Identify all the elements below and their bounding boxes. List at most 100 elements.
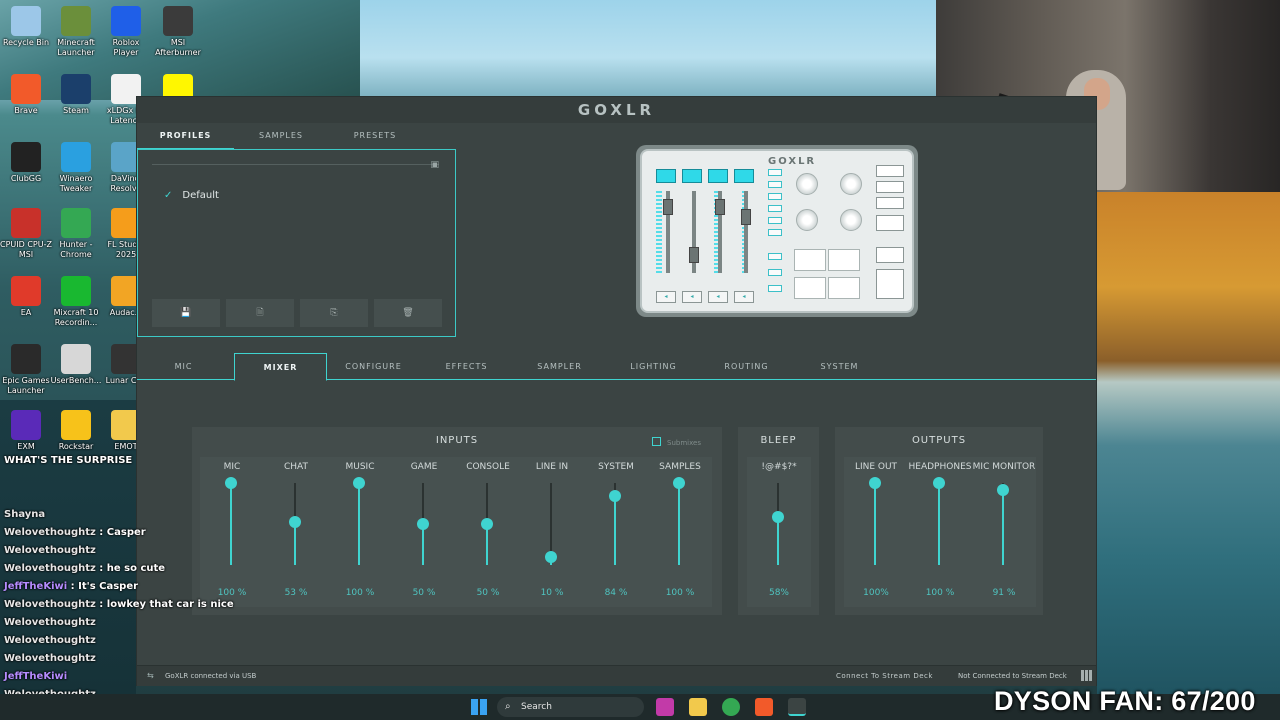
device-effect-button[interactable] xyxy=(768,229,782,236)
checkbox[interactable] xyxy=(652,437,661,446)
volume-slider-handle[interactable] xyxy=(225,477,237,489)
volume-slider-handle[interactable] xyxy=(869,477,881,489)
device-effect-button[interactable] xyxy=(768,181,782,188)
device-screen[interactable] xyxy=(708,169,728,183)
desktop-shortcut[interactable]: Recycle Bin xyxy=(0,6,52,48)
tab-presets[interactable]: PRESETS xyxy=(328,123,422,149)
device-fader-knob[interactable] xyxy=(663,199,673,215)
desktop-shortcut[interactable]: EA xyxy=(0,276,52,318)
chrome-icon[interactable] xyxy=(722,698,740,716)
device-sample-pad[interactable] xyxy=(794,249,826,271)
volume-slider-handle[interactable] xyxy=(289,516,301,528)
volume-slider-handle[interactable] xyxy=(481,518,493,530)
title-bar[interactable]: GOXLR xyxy=(137,97,1096,123)
device-sample-button[interactable] xyxy=(768,285,782,292)
folder-icon[interactable]: ▣ xyxy=(430,160,439,170)
tab-sampler[interactable]: SAMPLER xyxy=(513,353,606,380)
device-sample-button[interactable] xyxy=(768,269,782,276)
device-effect-button[interactable] xyxy=(768,205,782,212)
device-mute-button[interactable]: ◂ xyxy=(682,291,702,303)
tab-effects[interactable]: EFFECTS xyxy=(420,353,513,380)
submixes-toggle[interactable]: Submixes xyxy=(652,437,701,447)
device-effect-button[interactable] xyxy=(768,169,782,176)
device-knob[interactable] xyxy=(840,173,862,195)
device-right-button[interactable] xyxy=(876,181,904,193)
device-screen[interactable] xyxy=(734,169,754,183)
profile-tabs: PROFILES SAMPLES PRESETS xyxy=(137,123,457,149)
device-effect-button[interactable] xyxy=(768,217,782,224)
connect-stream-deck-button[interactable]: Connect To Stream Deck xyxy=(836,672,933,680)
tab-lighting[interactable]: LIGHTING xyxy=(607,353,700,380)
tab-profiles[interactable]: PROFILES xyxy=(137,123,234,149)
chat-message: Welovethoughtz xyxy=(4,650,194,668)
tab-configure[interactable]: CONFIGURE xyxy=(327,353,420,380)
desktop-shortcut[interactable]: EXM xyxy=(0,410,52,452)
copy-profile-button[interactable]: ⎘ xyxy=(300,299,368,327)
file-explorer-icon[interactable] xyxy=(689,698,707,716)
device-fader-knob[interactable] xyxy=(715,199,725,215)
device-mute-button[interactable]: ◂ xyxy=(734,291,754,303)
device-right-button[interactable] xyxy=(876,215,904,231)
volume-slider-handle[interactable] xyxy=(609,490,621,502)
save-profile-button[interactable]: 💾 xyxy=(152,299,220,327)
desktop-shortcut[interactable]: ClubGG xyxy=(0,142,52,184)
channel-label: HEADPHONES xyxy=(908,462,972,472)
winaero-tweaker-icon xyxy=(61,142,91,172)
device-sample-pad[interactable] xyxy=(828,249,860,271)
tab-samples[interactable]: SAMPLES xyxy=(234,123,328,149)
device-fader-knob[interactable] xyxy=(689,247,699,263)
copilot-icon[interactable] xyxy=(656,698,674,716)
desktop-shortcut[interactable]: Hunter - Chrome xyxy=(50,208,102,260)
device-knob[interactable] xyxy=(840,209,862,231)
volume-slider-handle[interactable] xyxy=(772,511,784,523)
tab-mixer[interactable]: MIXER xyxy=(234,353,327,381)
device-fader-knob[interactable] xyxy=(741,209,751,225)
device-sample-pad[interactable] xyxy=(828,277,860,299)
device-screen[interactable] xyxy=(656,169,676,183)
device-sample-button[interactable] xyxy=(768,253,782,260)
device-knob[interactable] xyxy=(796,173,818,195)
goxlr-taskbar-icon[interactable] xyxy=(788,698,806,716)
delete-profile-button[interactable]: 🗑 xyxy=(374,299,442,327)
device-fader[interactable] xyxy=(744,191,748,273)
brave-icon[interactable] xyxy=(755,698,773,716)
device-right-button[interactable] xyxy=(876,165,904,177)
tab-routing[interactable]: ROUTING xyxy=(700,353,793,380)
device-screen[interactable] xyxy=(682,169,702,183)
desktop-shortcut[interactable]: UserBench... xyxy=(50,344,102,386)
volume-slider-handle[interactable] xyxy=(417,518,429,530)
desktop-shortcut[interactable]: Rockstar xyxy=(50,410,102,452)
device-effect-button[interactable] xyxy=(768,193,782,200)
search-box[interactable]: ⌕ Search xyxy=(497,697,644,717)
profile-item-default[interactable]: ✓ Default xyxy=(164,190,219,201)
device-cough-button[interactable] xyxy=(876,269,904,299)
desktop-shortcut[interactable]: CPUID CPU-Z MSI xyxy=(0,208,52,260)
device-mute-button[interactable]: ◂ xyxy=(656,291,676,303)
desktop-shortcut[interactable]: Minecraft Launcher xyxy=(50,6,102,58)
input-channel-chat: CHAT 53 % xyxy=(264,457,328,607)
windows-start-icon[interactable] xyxy=(471,699,487,715)
device-knob[interactable] xyxy=(796,209,818,231)
device-right-button[interactable] xyxy=(876,197,904,209)
input-channel-line-in: LINE IN 10 % xyxy=(520,457,584,607)
tab-system[interactable]: SYSTEM xyxy=(793,353,886,380)
volume-slider-handle[interactable] xyxy=(353,477,365,489)
volume-slider-handle[interactable] xyxy=(673,477,685,489)
desktop-shortcut[interactable]: Epic Games Launcher xyxy=(0,344,52,396)
new-profile-button[interactable]: 🗎 xyxy=(226,299,294,327)
volume-slider-handle[interactable] xyxy=(933,477,945,489)
desktop-shortcut[interactable]: Brave xyxy=(0,74,52,116)
device-sample-pad[interactable] xyxy=(794,277,826,299)
desktop-shortcut[interactable]: Winaero Tweaker xyxy=(50,142,102,194)
device-mute-button[interactable]: ◂ xyxy=(708,291,728,303)
tab-mic[interactable]: MIC xyxy=(137,353,230,380)
desktop-shortcut[interactable]: Mixcraft 10 Recordin... xyxy=(50,276,102,328)
grid-icon[interactable] xyxy=(1081,670,1092,681)
output-channel-mic-monitor: MIC MONITOR 91 % xyxy=(972,457,1036,607)
volume-slider-handle[interactable] xyxy=(997,484,1009,496)
volume-slider-handle[interactable] xyxy=(545,551,557,563)
device-right-button[interactable] xyxy=(876,247,904,263)
desktop-shortcut[interactable]: Steam xyxy=(50,74,102,116)
desktop-shortcut[interactable]: Roblox Player xyxy=(100,6,152,58)
desktop-shortcut[interactable]: MSI Afterburner xyxy=(152,6,204,58)
